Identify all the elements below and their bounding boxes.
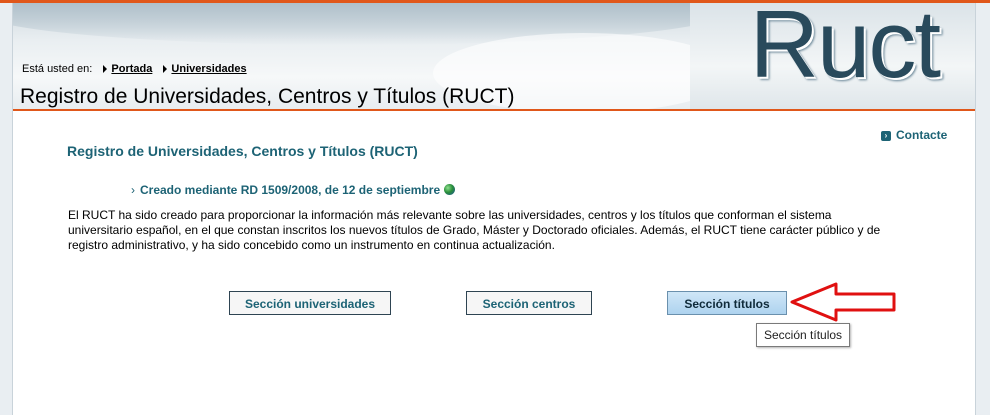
breadcrumb-label: Está usted en: bbox=[22, 63, 93, 75]
ruct-logo: Ruct bbox=[749, 3, 941, 98]
contact-link[interactable]: › Contacte bbox=[881, 128, 947, 142]
red-annotation-arrow-icon bbox=[790, 282, 896, 322]
seccion-titulos-button[interactable]: Sección títulos bbox=[667, 291, 787, 315]
right-frame bbox=[975, 3, 990, 415]
page-title: Registro de Universidades, Centros y Tít… bbox=[67, 143, 418, 159]
tooltip: Sección títulos bbox=[756, 323, 851, 347]
globe-icon bbox=[444, 184, 456, 195]
breadcrumb-arrow-icon bbox=[163, 65, 168, 74]
decree-link[interactable]: › Creado mediante RD 1509/2008, de 12 de … bbox=[131, 183, 456, 197]
breadcrumb-link-portada[interactable]: Portada bbox=[111, 63, 152, 75]
logo-area: Ruct bbox=[690, 3, 975, 109]
breadcrumb-arrow-icon bbox=[103, 65, 108, 74]
decree-link-label: Creado mediante RD 1509/2008, de 12 de s… bbox=[140, 183, 441, 197]
arrow-square-icon: › bbox=[881, 131, 891, 141]
seccion-centros-button[interactable]: Sección centros bbox=[466, 291, 592, 315]
header-divider bbox=[13, 109, 975, 111]
description-text: El RUCT ha sido creado para proporcionar… bbox=[68, 208, 881, 252]
site-title: Registro de Universidades, Centros y Tít… bbox=[20, 85, 515, 108]
breadcrumb: Está usted en: Portada Universidades bbox=[22, 63, 247, 75]
contact-label: Contacte bbox=[896, 128, 948, 142]
breadcrumb-link-universidades[interactable]: Universidades bbox=[171, 63, 246, 75]
left-frame bbox=[0, 3, 13, 415]
chevron-right-icon: › bbox=[131, 183, 135, 197]
seccion-universidades-button[interactable]: Sección universidades bbox=[229, 291, 391, 315]
